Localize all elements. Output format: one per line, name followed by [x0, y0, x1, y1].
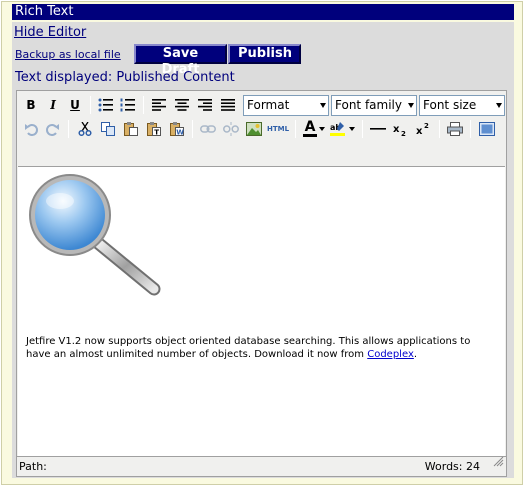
- toolbar-separator: [143, 96, 144, 114]
- toolbar-separator: [439, 120, 440, 138]
- link-icon[interactable]: [198, 119, 218, 139]
- svg-text:x: x: [393, 124, 400, 135]
- paste-word-icon[interactable]: W: [167, 119, 187, 139]
- toolbar-separator: [362, 120, 363, 138]
- align-center-icon[interactable]: [172, 95, 192, 115]
- toolbar-separator: [295, 120, 296, 138]
- superscript-icon[interactable]: x2: [414, 119, 434, 139]
- toolbar-separator: [470, 120, 471, 138]
- svg-text:2: 2: [424, 122, 429, 130]
- paste-icon[interactable]: [121, 119, 141, 139]
- svg-text:2: 2: [401, 130, 406, 136]
- rich-text-editor: B I U Format Font family Font size T W H…: [16, 90, 507, 457]
- underline-button[interactable]: U: [65, 95, 85, 115]
- highlight-color-dropdown[interactable]: [347, 119, 357, 139]
- svg-text:x: x: [416, 126, 423, 136]
- align-justify-icon[interactable]: [218, 95, 238, 115]
- text-displayed-status: Text displayed: Published Content: [15, 70, 235, 85]
- toolbar-separator: [68, 120, 69, 138]
- toolbar-row-formatting: B I U Format Font family Font size: [17, 93, 506, 118]
- unlink-icon[interactable]: [221, 119, 241, 139]
- chevron-down-icon: [496, 103, 502, 108]
- bold-button[interactable]: B: [21, 95, 41, 115]
- cut-icon[interactable]: [75, 119, 95, 139]
- toolbar-separator: [192, 120, 193, 138]
- publish-button[interactable]: Publish: [228, 44, 301, 64]
- format-select[interactable]: Format: [243, 95, 329, 116]
- copy-icon[interactable]: [98, 119, 118, 139]
- text-color-dropdown[interactable]: [317, 119, 327, 139]
- content-paragraph: Jetfire V1.2 now supports object oriente…: [26, 335, 496, 361]
- magnifying-glass-image: [28, 173, 163, 301]
- print-icon[interactable]: [445, 119, 465, 139]
- font-size-select[interactable]: Font size: [419, 95, 505, 116]
- fullscreen-icon[interactable]: [477, 119, 497, 139]
- chevron-down-icon: [320, 103, 326, 108]
- redo-icon[interactable]: [43, 119, 63, 139]
- align-left-icon[interactable]: [149, 95, 169, 115]
- word-count: Words: 24: [424, 460, 480, 473]
- backup-local-file-link[interactable]: Backup as local file: [15, 48, 121, 61]
- path-label: Path:: [19, 460, 47, 473]
- chevron-down-icon: [408, 103, 414, 108]
- font-family-select[interactable]: Font family: [331, 95, 417, 116]
- paragraph-period: .: [413, 349, 418, 360]
- align-right-icon[interactable]: [195, 95, 215, 115]
- toolbar-separator: [90, 96, 91, 114]
- image-icon[interactable]: [244, 119, 264, 139]
- editor-content-area[interactable]: Jetfire V1.2 now supports object oriente…: [18, 166, 505, 456]
- bulleted-list-icon[interactable]: [96, 95, 116, 115]
- horizontal-rule-icon[interactable]: [368, 119, 388, 139]
- numbered-list-icon[interactable]: [118, 95, 138, 115]
- html-source-button[interactable]: HTML: [266, 119, 290, 139]
- save-draft-button[interactable]: Save Draft: [134, 44, 227, 77]
- highlight-color-icon[interactable]: ab: [328, 119, 348, 139]
- font-size-select-value: Font size: [423, 98, 477, 112]
- svg-text:W: W: [176, 129, 184, 137]
- svg-text:T: T: [154, 129, 159, 137]
- editor-panel: Hide Editor Backup as local file Save Dr…: [12, 22, 514, 478]
- editor-status-bar: Path: Words: 24: [16, 454, 507, 477]
- undo-icon[interactable]: [21, 119, 41, 139]
- subscript-icon[interactable]: x2: [391, 119, 411, 139]
- italic-button[interactable]: I: [43, 95, 63, 115]
- resize-grip-icon[interactable]: [493, 454, 504, 474]
- font-family-select-value: Font family: [335, 98, 402, 112]
- codeplex-link[interactable]: Codeplex: [367, 349, 414, 360]
- hide-editor-link[interactable]: Hide Editor: [14, 25, 86, 40]
- text-color-label: A: [304, 119, 316, 135]
- rich-text-window: Rich Text Hide Editor Backup as local fi…: [1, 1, 523, 485]
- format-select-value: Format: [247, 98, 290, 112]
- text-color-swatch: [303, 134, 317, 137]
- paste-text-icon[interactable]: T: [144, 119, 164, 139]
- panel-title: Rich Text: [12, 4, 514, 20]
- toolbar-row-actions: T W HTML A ab x 2 x 2: [17, 117, 506, 142]
